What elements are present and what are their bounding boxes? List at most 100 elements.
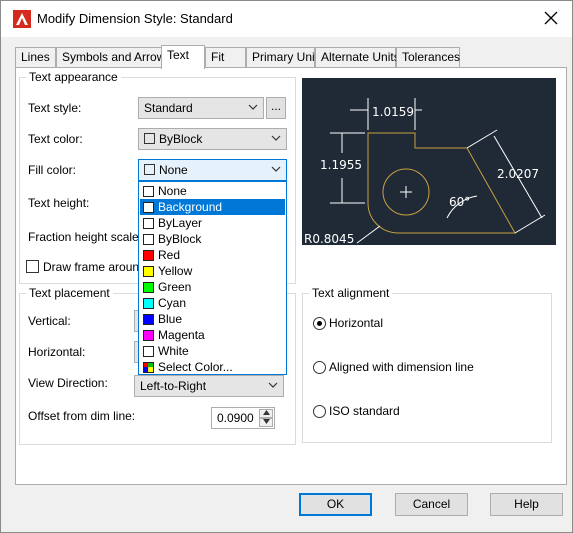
fraction-height-label: Fraction height scale: bbox=[28, 230, 143, 244]
spin-up-button[interactable] bbox=[259, 409, 273, 418]
color-swatch bbox=[143, 250, 154, 261]
text-placement-label: Text placement bbox=[26, 286, 113, 300]
dropdown-item-label: Blue bbox=[158, 312, 183, 326]
color-swatch bbox=[143, 266, 154, 277]
offset-label: Offset from dim line: bbox=[28, 409, 136, 423]
iso-radio[interactable] bbox=[313, 405, 326, 418]
horizontal-radio[interactable] bbox=[313, 317, 326, 330]
preview-dim-right: 2.0207 bbox=[497, 167, 539, 181]
dropdown-item-label: Select Color... bbox=[158, 360, 233, 374]
tab-alternate-units[interactable]: Alternate Units bbox=[315, 47, 400, 68]
dialog-window: Modify Dimension Style: Standard Lines S… bbox=[0, 0, 573, 533]
tab-fit[interactable]: Fit bbox=[205, 47, 246, 68]
dropdown-item-label: None bbox=[158, 184, 187, 198]
arrow-up-icon bbox=[262, 410, 270, 415]
preview-dim-top: 1.0159 bbox=[372, 105, 414, 119]
close-button[interactable] bbox=[540, 7, 562, 29]
draw-frame-label: Draw frame around t bbox=[43, 260, 153, 274]
dropdown-item-label: Yellow bbox=[158, 264, 193, 278]
dropdown-item-bylayer[interactable]: ByLayer bbox=[140, 215, 285, 231]
text-color-value: ByBlock bbox=[159, 132, 203, 146]
text-style-label: Text style: bbox=[28, 101, 82, 115]
aligned-radio[interactable] bbox=[313, 361, 326, 374]
arrow-down-icon bbox=[262, 419, 270, 424]
preview-part-outline bbox=[367, 132, 516, 234]
dropdown-item-label: ByLayer bbox=[158, 216, 203, 230]
color-swatch bbox=[143, 282, 154, 293]
iso-radio-label: ISO standard bbox=[329, 404, 400, 418]
cancel-button[interactable]: Cancel bbox=[395, 493, 468, 516]
dropdown-item-magenta[interactable]: Magenta bbox=[140, 327, 285, 343]
text-color-label: Text color: bbox=[28, 132, 83, 146]
spin-down-button[interactable] bbox=[259, 418, 273, 427]
close-icon bbox=[544, 11, 558, 25]
color-wheel-icon bbox=[143, 362, 154, 373]
dropdown-item-label: Green bbox=[158, 280, 192, 294]
fill-color-select[interactable]: None bbox=[138, 159, 287, 181]
color-swatch bbox=[143, 298, 154, 309]
dropdown-item-background[interactable]: Background bbox=[140, 199, 285, 215]
dropdown-item-label: ByBlock bbox=[158, 232, 202, 246]
view-direction-select[interactable]: Left-to-Right bbox=[134, 375, 284, 397]
tab-lines[interactable]: Lines bbox=[15, 47, 56, 68]
text-height-label: Text height: bbox=[28, 196, 90, 210]
help-button[interactable]: Help bbox=[490, 493, 563, 516]
dropdown-item-blue[interactable]: Blue bbox=[140, 311, 285, 327]
tab-tolerances[interactable]: Tolerances bbox=[396, 47, 460, 68]
fill-color-dropdown-list: None Background ByLayer ByBlock Red Yell… bbox=[138, 181, 287, 375]
fill-color-label: Fill color: bbox=[28, 163, 77, 177]
dropdown-item-label: Background bbox=[158, 200, 223, 214]
window-title: Modify Dimension Style: Standard bbox=[37, 11, 233, 26]
color-swatch bbox=[143, 202, 154, 213]
chevron-down-icon bbox=[271, 166, 281, 172]
dropdown-item-label: Magenta bbox=[158, 328, 205, 342]
dropdown-item-label: Cyan bbox=[158, 296, 187, 310]
color-swatch bbox=[143, 330, 154, 341]
text-color-select[interactable]: ByBlock bbox=[138, 128, 287, 150]
preview-dim-left: 1.1955 bbox=[320, 158, 362, 172]
color-swatch bbox=[143, 186, 154, 197]
fill-color-swatch bbox=[144, 164, 155, 175]
dropdown-item-label: White bbox=[158, 344, 189, 358]
offset-spinner[interactable]: 0.0900 bbox=[211, 407, 275, 429]
dropdown-item-label: Red bbox=[158, 248, 181, 262]
horizontal-label: Horizontal: bbox=[28, 345, 86, 359]
vertical-label: Vertical: bbox=[28, 314, 71, 328]
dropdown-item-none[interactable]: None bbox=[140, 183, 285, 199]
aligned-radio-label: Aligned with dimension line bbox=[329, 360, 474, 374]
chevron-down-icon bbox=[271, 135, 281, 141]
autocad-logo-icon bbox=[13, 10, 31, 28]
preview-dim-angle: 60° bbox=[449, 195, 470, 209]
ok-button[interactable]: OK bbox=[299, 493, 372, 516]
text-style-value: Standard bbox=[144, 101, 193, 115]
chevron-down-icon bbox=[248, 104, 258, 110]
color-swatch bbox=[143, 314, 154, 325]
dropdown-item-cyan[interactable]: Cyan bbox=[140, 295, 285, 311]
text-alignment-label: Text alignment bbox=[309, 286, 393, 300]
preview-dim-radius: R0.8045 bbox=[304, 232, 354, 245]
text-style-select[interactable]: Standard bbox=[138, 97, 264, 119]
text-style-browse-button[interactable]: ... bbox=[266, 97, 286, 119]
offset-value: 0.0900 bbox=[217, 411, 254, 425]
dropdown-item-white[interactable]: White bbox=[140, 343, 285, 359]
text-appearance-label: Text appearance bbox=[26, 70, 121, 84]
tab-text[interactable]: Text bbox=[161, 45, 205, 69]
dropdown-item-select-color[interactable]: Select Color... bbox=[140, 359, 285, 375]
title-bar: Modify Dimension Style: Standard bbox=[1, 1, 572, 37]
color-swatch bbox=[143, 234, 154, 245]
tab-primary-units[interactable]: Primary Units bbox=[246, 47, 324, 68]
color-swatch bbox=[143, 218, 154, 229]
dropdown-item-red[interactable]: Red bbox=[140, 247, 285, 263]
preview-panel: 1.0159 1.1955 2.0207 60° R0.8045 bbox=[302, 78, 556, 246]
dimension-preview-drawing: 1.0159 1.1955 2.0207 60° R0.8045 bbox=[304, 98, 546, 246]
dropdown-item-byblock[interactable]: ByBlock bbox=[140, 231, 285, 247]
tab-symbols-and-arrows[interactable]: Symbols and Arrows bbox=[56, 47, 171, 68]
text-color-swatch bbox=[144, 133, 155, 144]
chevron-down-icon bbox=[268, 382, 278, 388]
view-direction-label: View Direction: bbox=[28, 376, 108, 390]
view-direction-value: Left-to-Right bbox=[140, 379, 207, 393]
dropdown-item-yellow[interactable]: Yellow bbox=[140, 263, 285, 279]
horizontal-radio-label: Horizontal bbox=[329, 316, 384, 330]
draw-frame-checkbox[interactable] bbox=[26, 260, 39, 273]
dropdown-item-green[interactable]: Green bbox=[140, 279, 285, 295]
